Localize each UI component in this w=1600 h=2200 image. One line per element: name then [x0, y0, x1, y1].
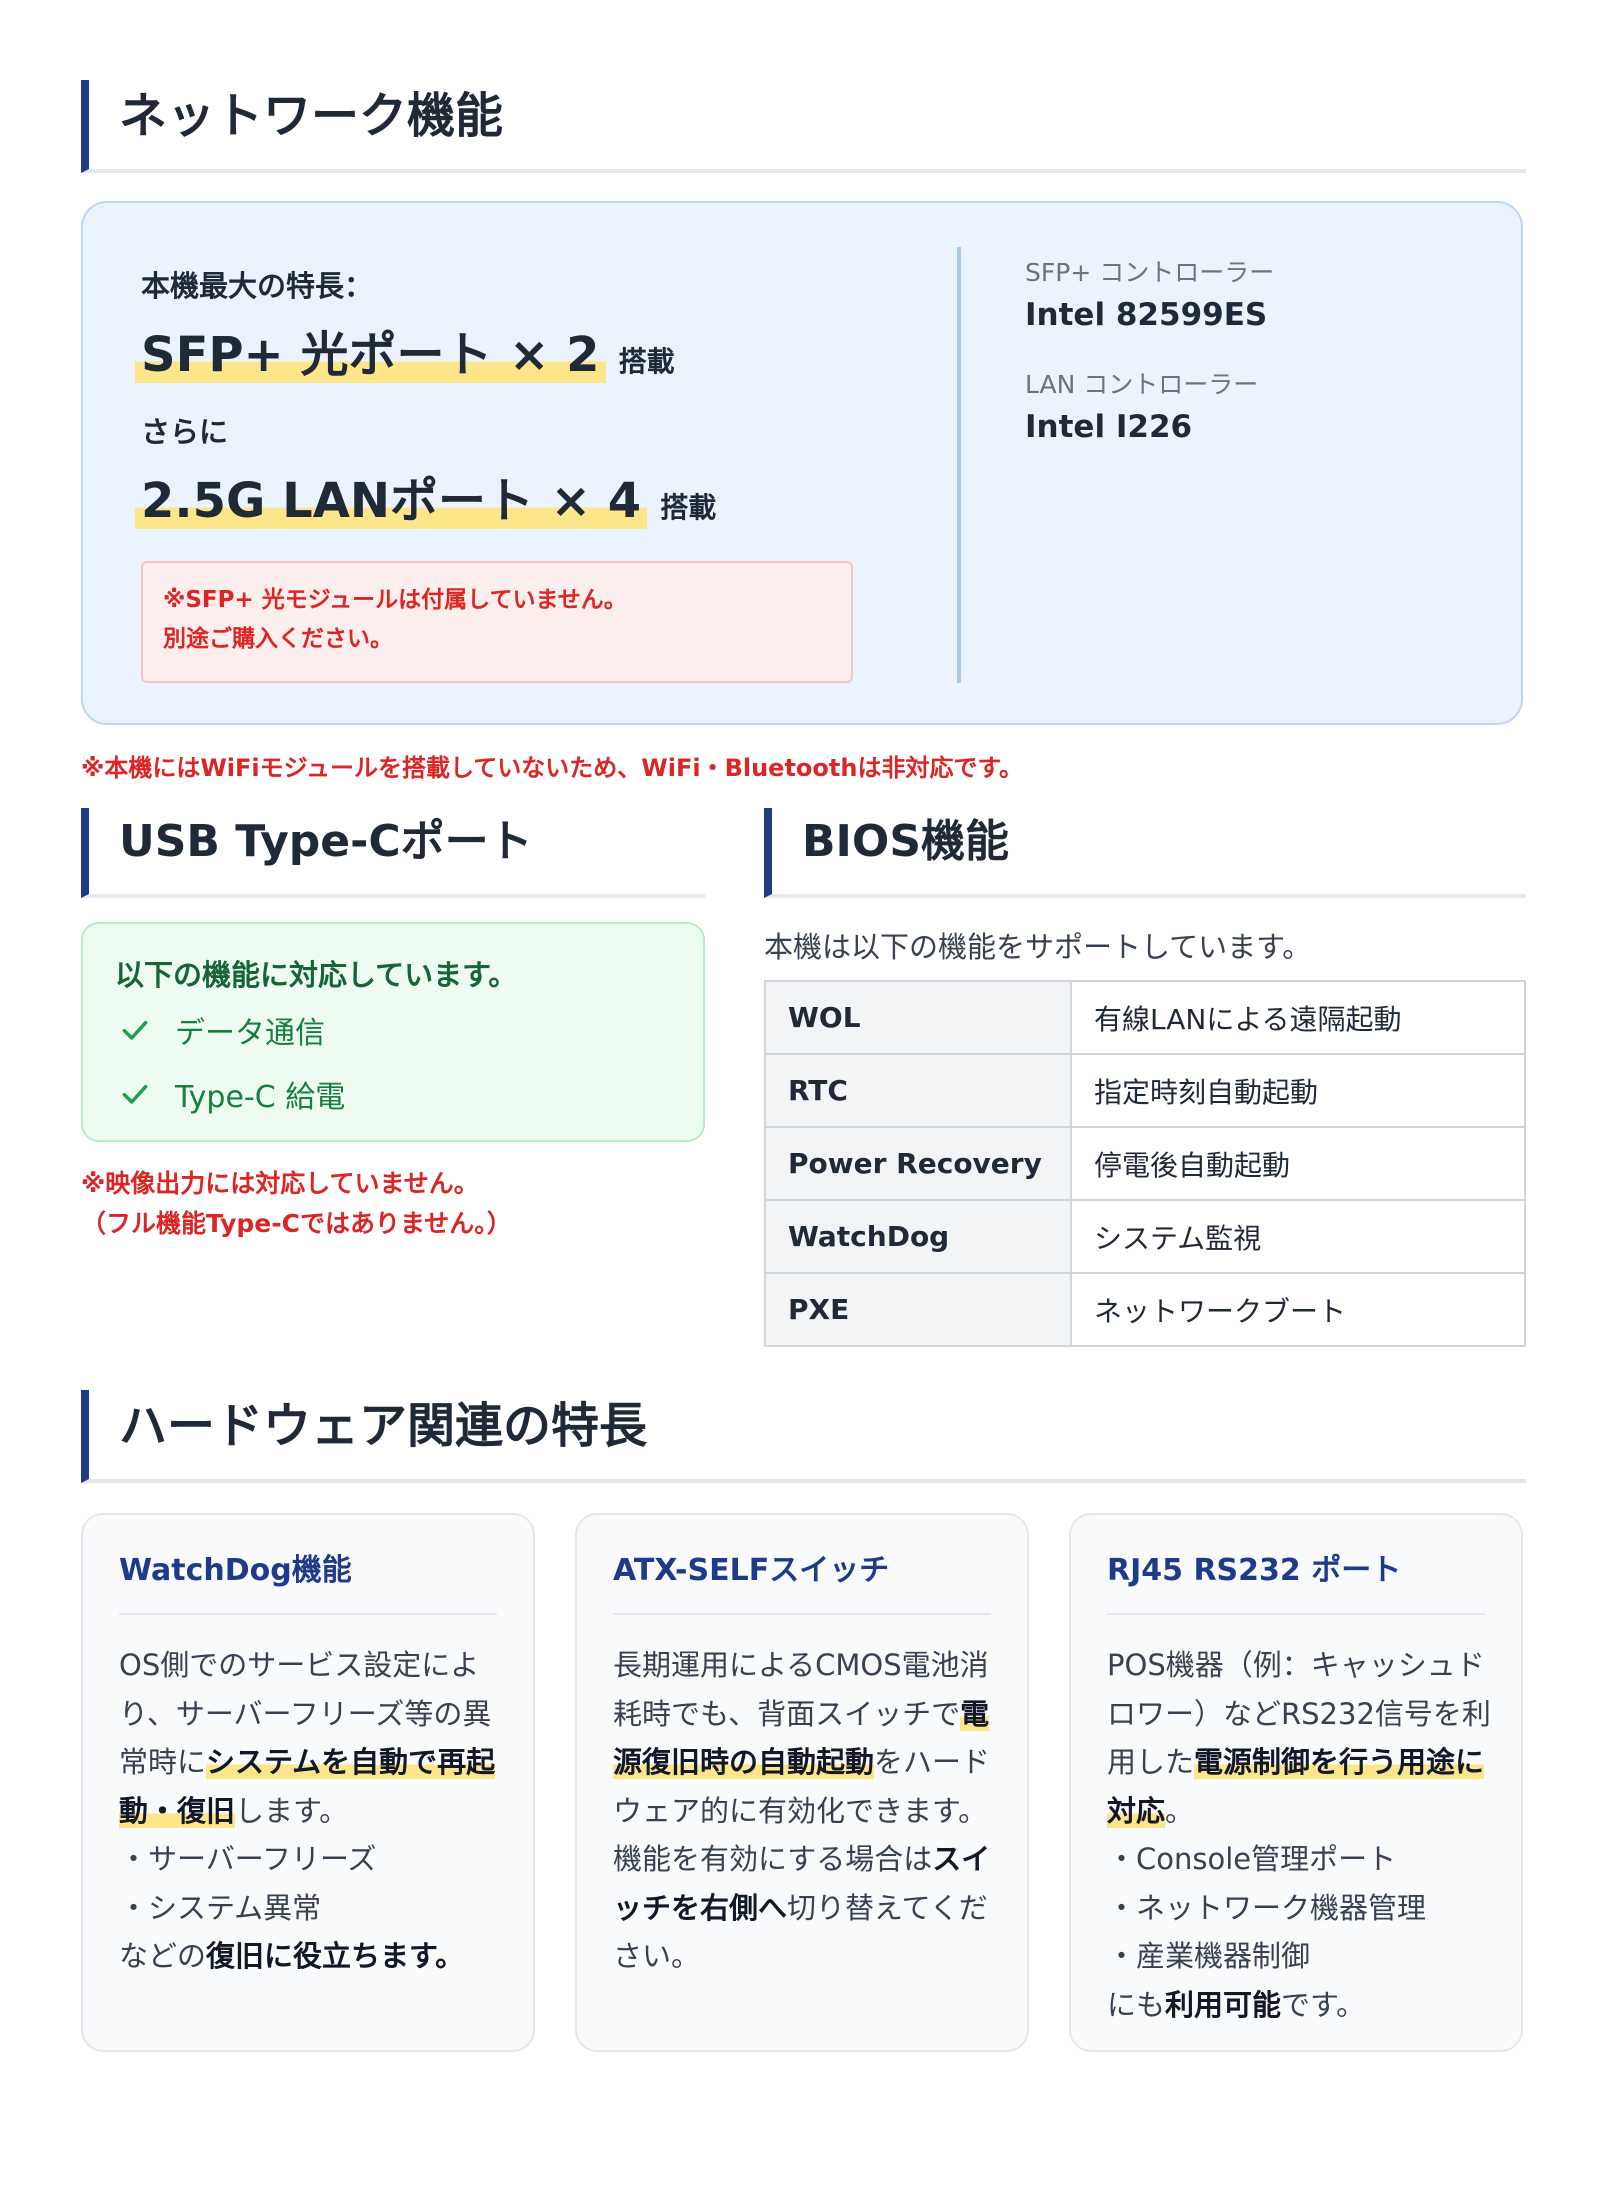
wifi-note: ※本機にはWiFiモジュールを搭載していないため、WiFi・Bluetoothは… [81, 754, 1024, 782]
bios-value: ネットワークブート [1070, 1272, 1526, 1347]
hardware-heading: ハードウェア関連の特長 [81, 1390, 1526, 1483]
bullet-item: ・サーバーフリーズ [119, 1842, 377, 1876]
bios-key: Power Recovery [764, 1126, 1072, 1201]
card-title: ATX-SELFスイッチ [613, 1545, 991, 1615]
sfp-port-count: SFP+ 光ポート × 2 [135, 327, 606, 383]
bios-key: RTC [764, 1053, 1072, 1128]
card-title: WatchDog機能 [119, 1545, 497, 1615]
sfp-controller-label: SFP+ コントローラー [1025, 258, 1275, 287]
usb-note-line2: （フル機能Type-Cではありません。） [81, 1209, 512, 1238]
lan-port-count: 2.5G LANポート × 4 [135, 473, 648, 529]
bullet-item: ・ネットワーク機器管理 [1107, 1890, 1427, 1925]
sfp-port-suffix: 搭載 [618, 345, 675, 378]
sfp-port-line: SFP+ 光ポート × 2 搭載 [135, 315, 675, 385]
network-heading: ネットワーク機能 [81, 80, 1526, 173]
usb-feature-label: Type-C 給電 [175, 1080, 346, 1115]
table-row: WOL 有線LANによる遠隔起動 [764, 980, 1526, 1055]
checkmark-icon [122, 1020, 148, 1040]
bios-value: システム監視 [1070, 1199, 1526, 1274]
table-row: PXE ネットワークブート [764, 1272, 1526, 1347]
sfp-module-note: ※SFP+ 光モジュールは付属していません。 別途ご購入ください。 [141, 561, 853, 683]
feature-label: 本機最大の特長： [141, 269, 374, 303]
usb-heading: USB Type-Cポート [81, 808, 705, 898]
sfp-note-line2: 別途ご購入ください。 [163, 626, 393, 652]
lan-port-suffix: 搭載 [660, 491, 717, 524]
usb-feature-item: Type-C 給電 [119, 1072, 345, 1116]
bullet-item: ・システム異常 [119, 1890, 322, 1925]
bios-feature-table: WOL 有線LANによる遠隔起動 RTC 指定時刻自動起動 Power Reco… [764, 980, 1526, 1347]
bios-key: WatchDog [764, 1199, 1072, 1274]
table-row: RTC 指定時刻自動起動 [764, 1053, 1526, 1128]
bold-text: 利用可能 [1165, 1987, 1282, 2022]
bullet-item: ・産業機器制御 [1107, 1939, 1311, 1973]
lan-controller-label: LAN コントローラー [1025, 370, 1259, 399]
bios-key: WOL [764, 980, 1072, 1055]
lan-port-line: 2.5G LANポート × 4 搭載 [135, 461, 717, 531]
rs232-card: RJ45 RS232 ポート POS機器（例：キャッシュドロワー）などRS232… [1069, 1513, 1523, 2052]
bold-text: 復旧に役立ちます。 [206, 1939, 465, 1973]
table-row: Power Recovery 停電後自動起動 [764, 1126, 1526, 1201]
sfp-controller-value: Intel 82599ES [1025, 297, 1268, 333]
atx-self-card: ATX-SELFスイッチ 長期運用によるCMOS電池消耗時でも、背面スイッチで電… [575, 1513, 1029, 2052]
usb-supported-label: 以下の機能に対応しています。 [115, 958, 518, 992]
checkmark-icon [122, 1084, 148, 1104]
usb-feature-label: データ通信 [175, 1016, 325, 1051]
card-body: OS側でのサービス設定により、サーバーフリーズ等の異常時にシステムを自動で再起動… [119, 1648, 496, 1973]
usb-feature-item: データ通信 [119, 1008, 325, 1052]
card-body: POS機器（例：キャッシュドロワー）などRS232信号を利用した電源制御を行う用… [1107, 1648, 1491, 2022]
card-title: RJ45 RS232 ポート [1107, 1545, 1485, 1615]
watchdog-card: WatchDog機能 OS側でのサービス設定により、サーバーフリーズ等の異常時に… [81, 1513, 535, 2052]
table-row: WatchDog システム監視 [764, 1199, 1526, 1274]
also-label: さらに [141, 415, 229, 449]
bios-value: 指定時刻自動起動 [1070, 1053, 1526, 1128]
bullet-item: ・Console管理ポート [1107, 1842, 1397, 1876]
bios-heading: BIOS機能 [764, 808, 1526, 898]
bios-value: 有線LANによる遠隔起動 [1070, 980, 1526, 1055]
usb-support-box: 以下の機能に対応しています。 データ通信 Type-C 給電 [81, 922, 705, 1142]
network-feature-box: 本機最大の特長： SFP+ 光ポート × 2 搭載 さらに 2.5G LANポー… [81, 201, 1523, 725]
usb-video-note: ※映像出力には対応していません。 （フル機能Type-Cではありません。） [81, 1164, 512, 1244]
vertical-divider [957, 247, 961, 683]
sfp-note-line1: ※SFP+ 光モジュールは付属していません。 [163, 587, 627, 613]
card-body: 長期運用によるCMOS電池消耗時でも、背面スイッチで電源復旧時の自動起動をハード… [613, 1648, 991, 1973]
bios-intro: 本機は以下の機能をサポートしています。 [764, 930, 1312, 964]
bios-key: PXE [764, 1272, 1072, 1347]
bios-value: 停電後自動起動 [1070, 1126, 1526, 1201]
usb-note-line1: ※映像出力には対応していません。 [81, 1169, 479, 1198]
lan-controller-value: Intel I226 [1025, 409, 1193, 445]
